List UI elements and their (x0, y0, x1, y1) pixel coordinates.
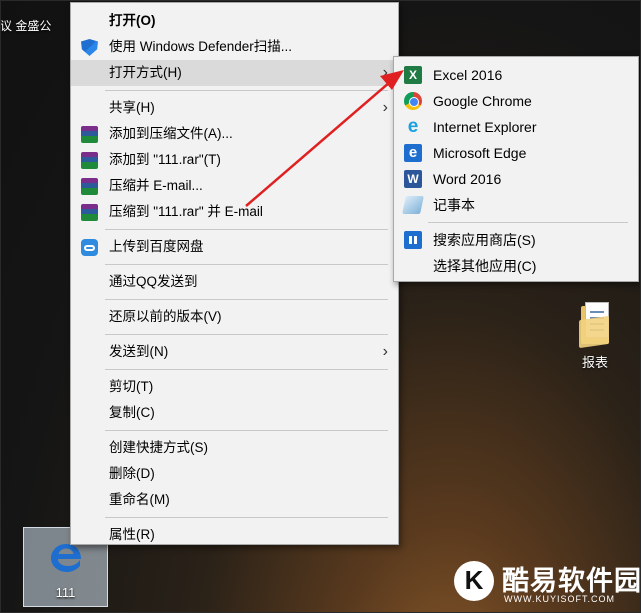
edge-icon: e (404, 144, 422, 162)
excel-icon: X (404, 66, 422, 84)
open-with-search-store[interactable]: 搜索应用商店(S) (394, 227, 638, 253)
desktop-item-label: 111 (55, 585, 76, 600)
menu-item-share[interactable]: 共享(H) › (71, 95, 398, 121)
menu-item-add-to-archive[interactable]: 添加到压缩文件(A)... (71, 121, 398, 147)
menu-item-upload-baidu[interactable]: 上传到百度网盘 (71, 234, 398, 260)
menu-item-label: 还原以前的版本(V) (109, 309, 222, 324)
menu-item-label: 复制(C) (109, 405, 155, 420)
menu-item-label: 删除(D) (109, 466, 155, 481)
winrar-icon (81, 126, 98, 143)
chevron-right-icon: › (382, 64, 388, 81)
menu-item-create-shortcut[interactable]: 创建快捷方式(S) (71, 435, 398, 461)
menu-divider (428, 222, 628, 223)
menu-item-label: Microsoft Edge (433, 145, 527, 161)
menu-item-rename[interactable]: 重命名(M) (71, 487, 398, 513)
menu-item-label: 添加到压缩文件(A)... (109, 126, 233, 141)
open-with-edge[interactable]: e Microsoft Edge (394, 140, 638, 166)
menu-item-delete[interactable]: 删除(D) (71, 461, 398, 487)
open-with-chrome[interactable]: Google Chrome (394, 88, 638, 114)
menu-item-label: 创建快捷方式(S) (109, 440, 208, 455)
notepad-icon (402, 196, 424, 214)
menu-item-send-qq[interactable]: 通过QQ发送到 (71, 269, 398, 295)
menu-item-label: 共享(H) (109, 100, 155, 115)
menu-divider (105, 229, 388, 230)
menu-item-label: 添加到 "111.rar"(T) (109, 152, 221, 167)
menu-divider (105, 430, 388, 431)
menu-item-open[interactable]: 打开(O) (71, 8, 398, 34)
baidu-netdisk-icon (81, 239, 98, 256)
winrar-icon (81, 178, 98, 195)
menu-item-label: 记事本 (433, 197, 475, 213)
open-with-excel[interactable]: X Excel 2016 (394, 62, 638, 88)
open-with-submenu: X Excel 2016 Google Chrome e Internet Expl… (393, 56, 639, 282)
menu-item-label: 搜索应用商店(S) (433, 232, 536, 248)
open-with-ie[interactable]: e Internet Explorer (394, 114, 638, 140)
menu-item-label: 通过QQ发送到 (109, 274, 198, 289)
menu-item-restore-versions[interactable]: 还原以前的版本(V) (71, 304, 398, 330)
menu-item-label: Internet Explorer (433, 119, 537, 135)
menu-item-add-to-rar[interactable]: 添加到 "111.rar"(T) (71, 147, 398, 173)
menu-item-compress-rar-email[interactable]: 压缩到 "111.rar" 并 E-mail (71, 199, 398, 225)
menu-item-cut[interactable]: 剪切(T) (71, 374, 398, 400)
menu-item-properties[interactable]: 属性(R) (71, 522, 398, 548)
folder-icon (575, 300, 615, 349)
menu-divider (105, 369, 388, 370)
menu-item-label: 使用 Windows Defender扫描... (109, 39, 293, 54)
menu-item-label: 发送到(N) (109, 344, 169, 359)
menu-item-defender-scan[interactable]: 使用 Windows Defender扫描... (71, 34, 398, 60)
menu-divider (105, 334, 388, 335)
menu-item-label: 剪切(T) (109, 379, 154, 394)
menu-item-label: 重命名(M) (109, 492, 170, 507)
watermark-logo: K (454, 561, 494, 601)
menu-item-label: Word 2016 (433, 171, 502, 187)
folder-label: 报表 (581, 355, 608, 370)
menu-item-label: Google Chrome (433, 93, 532, 109)
store-icon (404, 231, 422, 249)
menu-item-label: 打开(O) (109, 13, 156, 28)
menu-divider (105, 299, 388, 300)
menu-item-copy[interactable]: 复制(C) (71, 400, 398, 426)
chevron-right-icon: › (382, 99, 388, 116)
watermark: K 酷易软件园 WWW.KUYISOFT.COM (454, 557, 641, 607)
menu-divider (105, 517, 388, 518)
menu-item-label: 选择其他应用(C) (433, 258, 537, 274)
menu-item-compress-email[interactable]: 压缩并 E-mail... (71, 173, 398, 199)
menu-item-label: 压缩到 "111.rar" 并 E-mail (109, 204, 263, 219)
menu-item-send-to[interactable]: 发送到(N) › (71, 339, 398, 365)
menu-divider (105, 90, 388, 91)
desktop-item-label-partial: 议 金盛公 (0, 19, 52, 33)
windows-defender-shield-icon (81, 39, 98, 56)
winrar-icon (81, 152, 98, 169)
menu-item-open-with[interactable]: 打开方式(H) › (71, 60, 398, 86)
desktop-folder[interactable]: 报表 (567, 300, 623, 371)
menu-item-label: 压缩并 E-mail... (109, 178, 203, 193)
open-with-word[interactable]: W Word 2016 (394, 166, 638, 192)
menu-item-label: 属性(R) (109, 527, 155, 542)
chevron-right-icon: › (382, 343, 388, 360)
chrome-icon (404, 92, 422, 110)
watermark-url: WWW.KUYISOFT.COM (504, 594, 615, 604)
context-menu: 打开(O) 使用 Windows Defender扫描... 打开方式(H) › … (70, 2, 399, 545)
open-with-choose-other[interactable]: 选择其他应用(C) (394, 253, 638, 279)
word-icon: W (404, 170, 422, 188)
menu-item-label: 打开方式(H) (109, 65, 182, 80)
internet-explorer-icon: e (407, 116, 419, 137)
menu-item-label: Excel 2016 (433, 67, 503, 83)
watermark-title: 酷易软件园 (502, 566, 641, 596)
menu-item-label: 上传到百度网盘 (109, 239, 204, 254)
menu-divider (105, 264, 388, 265)
winrar-icon (81, 204, 98, 221)
open-with-notepad[interactable]: 记事本 (394, 192, 638, 218)
